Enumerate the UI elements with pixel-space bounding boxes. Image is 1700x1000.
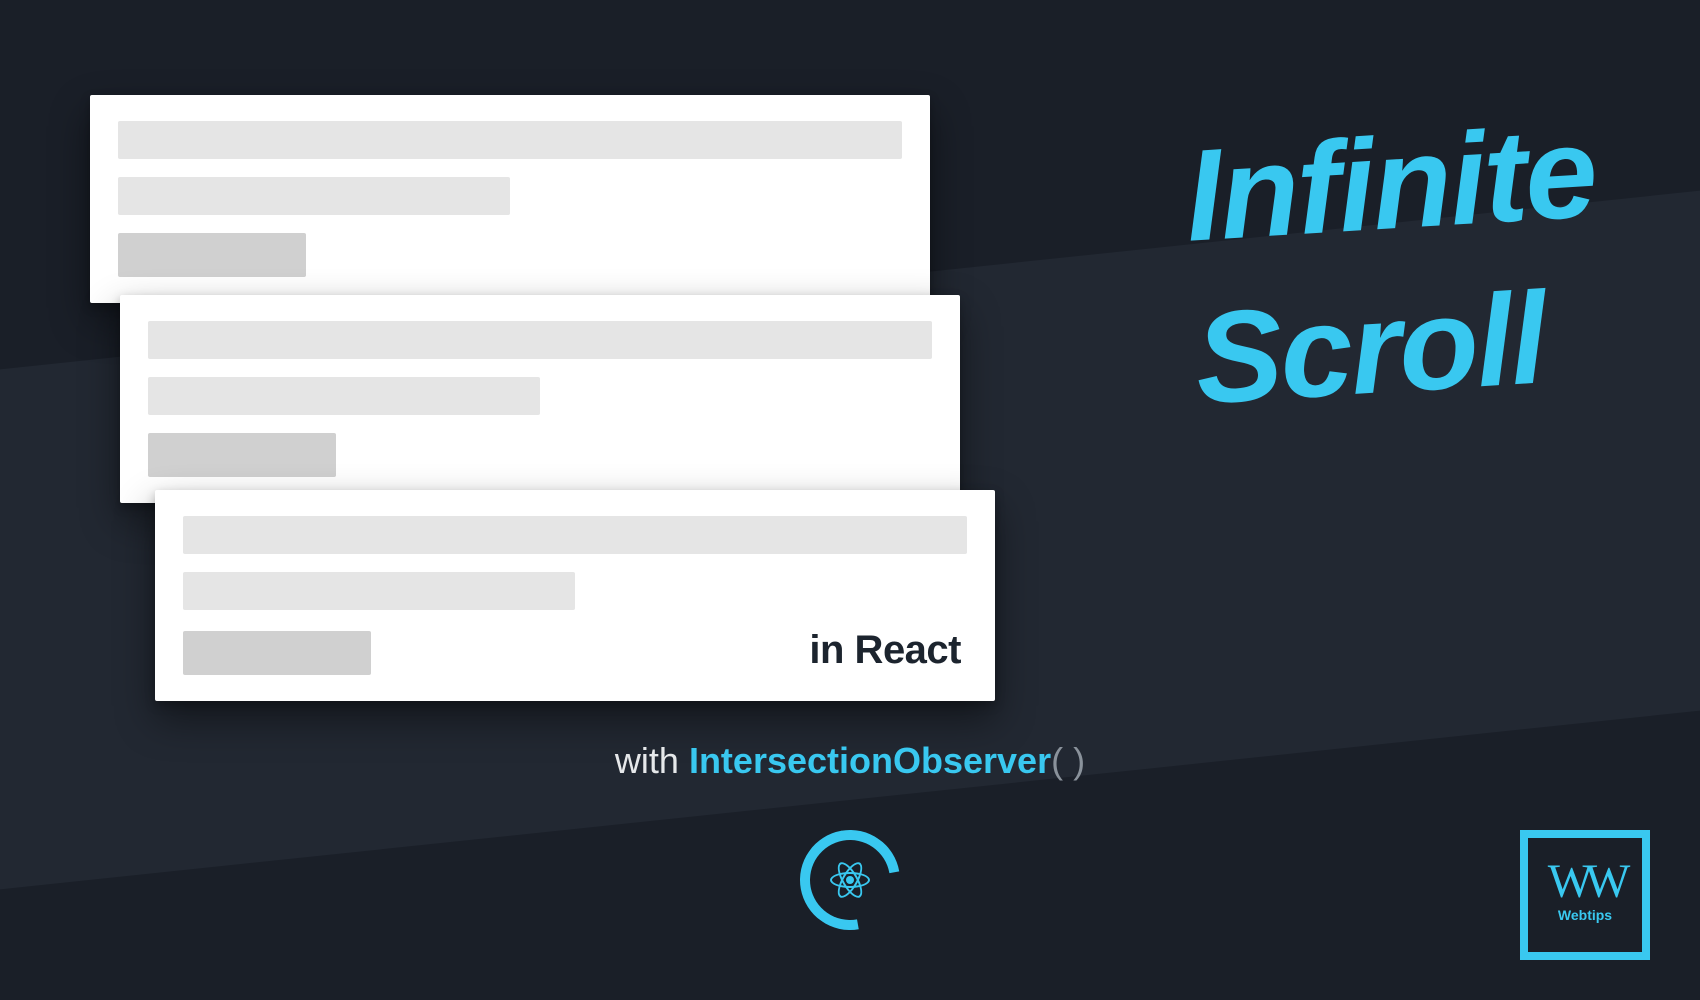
hero-headline: Infinite Scroll <box>1181 90 1610 439</box>
card-caption: in React <box>809 628 967 675</box>
headline-line-2: Scroll <box>1191 252 1610 439</box>
skeleton-line <box>118 121 902 159</box>
skeleton-line <box>183 572 575 610</box>
brand-label: Webtips <box>1558 907 1612 923</box>
headline-line-1: Infinite <box>1181 90 1600 277</box>
skeleton-card <box>120 295 960 503</box>
skeleton-line <box>148 377 540 415</box>
skeleton-line <box>148 433 336 477</box>
skeleton-line <box>118 233 306 277</box>
skeleton-line <box>118 177 510 215</box>
brand-logo: WW Webtips <box>1520 830 1650 960</box>
skeleton-card <box>90 95 930 303</box>
subtitle-api: IntersectionObserver <box>689 740 1051 781</box>
brand-mark: WW <box>1548 863 1623 901</box>
skeleton-card: in React <box>155 490 995 701</box>
skeleton-line <box>148 321 932 359</box>
subtitle-prefix: with <box>615 740 689 781</box>
subtitle: with IntersectionObserver( ) <box>0 740 1700 782</box>
react-atom-icon <box>828 858 872 902</box>
subtitle-parens: ( ) <box>1051 740 1085 781</box>
skeleton-line <box>183 516 967 554</box>
loading-spinner <box>800 830 900 930</box>
skeleton-line <box>183 631 371 675</box>
